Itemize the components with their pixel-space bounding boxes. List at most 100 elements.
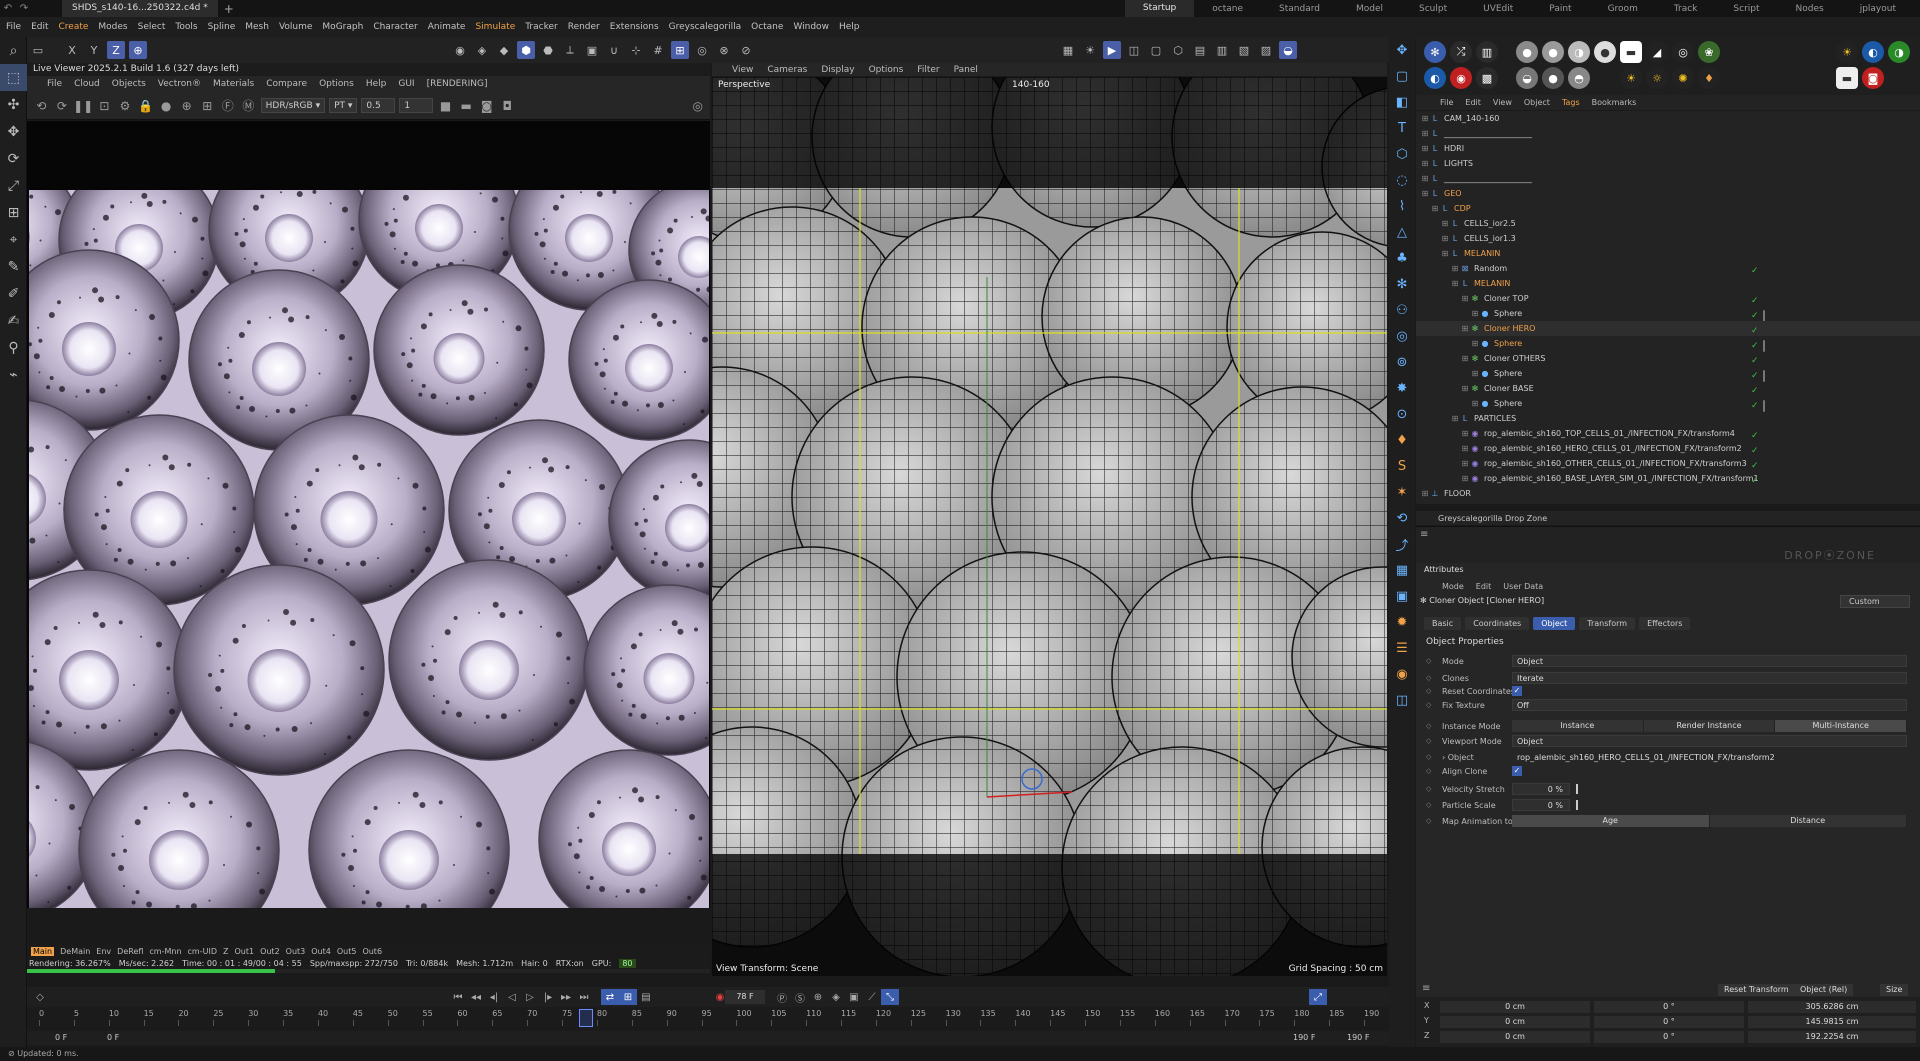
particle-scale-field[interactable]: 0 %	[1512, 799, 1570, 811]
material-sphere-icon[interactable]: ●	[1542, 67, 1564, 89]
pass-tab[interactable]: Out3	[286, 947, 306, 956]
prev-frame-icon[interactable]: ◂|	[485, 989, 503, 1005]
camera-icon[interactable]: ▶	[1103, 41, 1121, 59]
menu-icon[interactable]: ≡	[1420, 529, 1428, 540]
om-menu-item[interactable]: Bookmarks	[1592, 98, 1637, 107]
attr-menu-userdata[interactable]: User Data	[1503, 582, 1543, 591]
tree-row[interactable]: ⊞ ● Sphere	[1416, 336, 1920, 351]
export-icon[interactable]: ▬	[458, 97, 475, 115]
pass-tab[interactable]: DeMain	[60, 947, 90, 956]
om-menu-item[interactable]: Edit	[1465, 98, 1481, 107]
render-view-icon[interactable]: ▤	[1191, 41, 1209, 59]
vp-menu-item[interactable]: Options	[869, 65, 904, 75]
menu-edit[interactable]: Edit	[31, 22, 48, 32]
visibility-flags[interactable]	[1741, 176, 1747, 186]
vp-menu-item[interactable]: View	[732, 65, 753, 75]
octane-s-icon[interactable]: S	[1389, 453, 1415, 479]
expand-icon[interactable]: ⊞	[1440, 249, 1450, 258]
camera-icon[interactable]: ◎	[1389, 323, 1415, 349]
end-frame-a[interactable]: 190 F	[1293, 1033, 1315, 1042]
attr-tab-effectors[interactable]: Effectors	[1639, 617, 1691, 630]
undo-icon[interactable]: ▭	[29, 41, 47, 59]
cube-icon[interactable]: ▢	[1147, 41, 1165, 59]
deformer-icon[interactable]: ◫	[1125, 41, 1143, 59]
lv-menu-item[interactable]: File	[47, 79, 62, 89]
lv-menu-item[interactable]: Vectron®	[158, 79, 201, 89]
object-link-field[interactable]: rop_alembic_sh160_HERO_CELLS_01_/INFECTI…	[1512, 751, 1907, 763]
layout-tab-model[interactable]: Model	[1338, 4, 1401, 14]
visibility-flags[interactable]: ✓	[1741, 386, 1759, 396]
pass-tab[interactable]: Z	[223, 947, 228, 956]
visibility-flags[interactable]	[1741, 116, 1747, 126]
effector-icon[interactable]: ✻	[1389, 271, 1415, 297]
render-icon[interactable]: ✸	[1389, 375, 1415, 401]
om-menu-item[interactable]: View	[1493, 98, 1512, 107]
grid-snap-icon[interactable]: #	[649, 41, 667, 59]
render-start-icon[interactable]: ⟲	[33, 97, 50, 115]
enabled-check-icon[interactable]: ✓	[1751, 371, 1759, 381]
menu-window[interactable]: Window	[793, 22, 829, 32]
pass-tab[interactable]: cm-Mnn	[149, 947, 181, 956]
loop-icon[interactable]: ⇄	[601, 989, 619, 1005]
tree-row[interactable]: ⊞ L CELLS_ior2.5	[1416, 216, 1920, 231]
drop-icon[interactable]: ♦	[1698, 67, 1720, 89]
lock-axis-icon[interactable]: ⌁	[0, 361, 27, 388]
octane-env-icon[interactable]: ◐	[1862, 41, 1884, 63]
visibility-flags[interactable]	[1741, 281, 1747, 291]
visibility-flags[interactable]	[1741, 251, 1747, 261]
tree-row[interactable]: ⊞ ◉ rop_alembic_sh160_BASE_LAYER_SIM_01_/I…	[1416, 471, 1920, 486]
tree-row[interactable]: ⊞ L HDRI	[1416, 141, 1920, 156]
timeline-expand-icon[interactable]: ⤢	[1309, 989, 1327, 1005]
map-option[interactable]: Age	[1512, 815, 1710, 827]
kernel-select[interactable]: PT ▾	[329, 98, 358, 113]
lv-menu-item[interactable]: [RENDERING]	[427, 79, 488, 89]
menu-modes[interactable]: Modes	[98, 22, 127, 32]
panel-icon[interactable]: ▣	[1389, 583, 1415, 609]
menu-mesh[interactable]: Mesh	[245, 22, 269, 32]
expand-icon[interactable]: ⊞	[1420, 159, 1430, 168]
enabled-check-icon[interactable]: ✓	[1751, 476, 1759, 486]
tree-row[interactable]: ⊞ ● Sphere	[1416, 366, 1920, 381]
size-field[interactable]: 305.6286 cm	[1748, 1001, 1916, 1013]
visibility-flags[interactable]	[1741, 221, 1747, 231]
visibility-flags[interactable]: ✓	[1741, 340, 1765, 352]
magnet-tool-icon[interactable]: ⚲	[0, 334, 27, 361]
gsg-panel-icon[interactable]: ◫	[1389, 687, 1415, 713]
modeling-axis-icon[interactable]: ⊘	[737, 41, 755, 59]
start-frame-b[interactable]: 0 F	[107, 1033, 119, 1042]
layout-tab-paint[interactable]: Paint	[1531, 4, 1589, 14]
expand-icon[interactable]: ⊞	[1460, 324, 1470, 333]
enabled-check-icon[interactable]: ✓	[1751, 266, 1759, 276]
fix-texture-dropdown[interactable]: Off	[1512, 699, 1907, 711]
expand-icon[interactable]: ⊞	[1470, 339, 1480, 348]
picture-viewer-icon[interactable]: ▨	[1257, 41, 1275, 59]
add-tab-button[interactable]: +	[224, 2, 234, 16]
attributes-tab[interactable]: Attributes	[1424, 565, 1464, 574]
preset-select[interactable]: Custom	[1840, 595, 1910, 608]
enabled-check-icon[interactable]: ✓	[1751, 446, 1759, 456]
deformer-icon[interactable]: ⌇	[1389, 193, 1415, 219]
tree-row[interactable]: ⊞ ✻ Cloner OTHERS	[1416, 351, 1920, 366]
menu-volume[interactable]: Volume	[279, 22, 312, 32]
pass-tab[interactable]: Main	[31, 946, 55, 956]
expand-icon[interactable]: ⊞	[1450, 279, 1460, 288]
pass-tab[interactable]: DeRefl	[117, 947, 143, 956]
pass-tab[interactable]: Out1	[234, 947, 254, 956]
cube-icon[interactable]: ▢	[1389, 63, 1415, 89]
grid-icon[interactable]: ⊞	[199, 97, 216, 115]
add-icon[interactable]: ⊕	[178, 97, 195, 115]
visibility-flags[interactable]	[1741, 206, 1747, 216]
snap-icon[interactable]: ⊞	[671, 41, 689, 59]
octane-tool-icon[interactable]: ♦	[1389, 427, 1415, 453]
search-icon[interactable]: ⌕	[0, 37, 27, 64]
layout-tab-sculpt[interactable]: Sculpt	[1401, 4, 1465, 14]
octane-camera-icon[interactable]: ◉	[1450, 67, 1472, 89]
expand-icon[interactable]: ⊞	[1470, 309, 1480, 318]
visibility-flags[interactable]	[1741, 146, 1747, 156]
paint-tool-icon[interactable]: ✐	[0, 280, 27, 307]
velocity-slider[interactable]	[1576, 784, 1578, 794]
viewport-canvas[interactable]: Perspective 140-160 View Transform: Scen…	[712, 77, 1387, 976]
area-light-icon[interactable]: ▬	[1620, 41, 1642, 63]
magnet-icon[interactable]: ∪	[605, 41, 623, 59]
cube-primitive-icon[interactable]: ◧	[1389, 89, 1415, 115]
